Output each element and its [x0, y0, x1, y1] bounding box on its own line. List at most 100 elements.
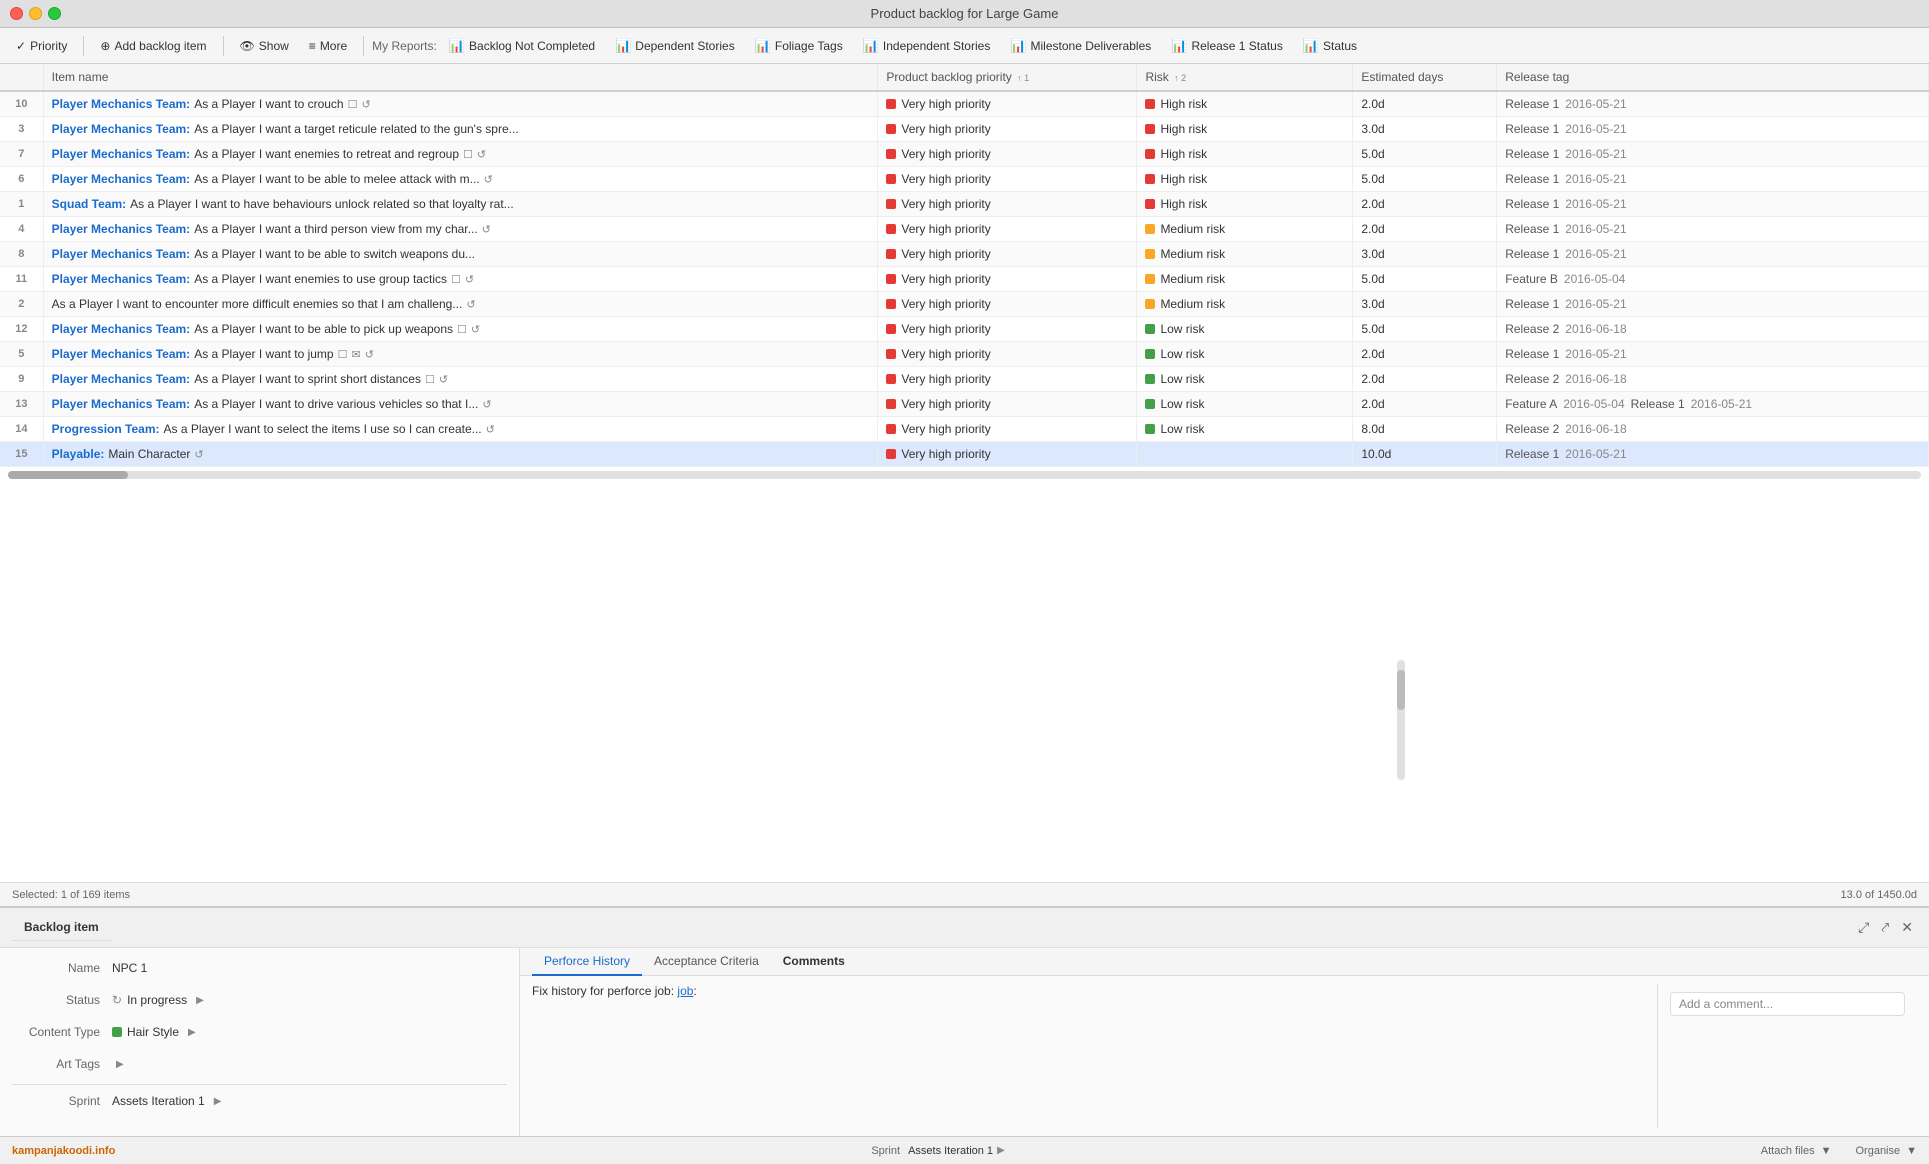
watermark: kampanjakoodi.info — [12, 1145, 115, 1157]
name-label: Name — [12, 961, 112, 975]
field-name: Name NPC 1 — [12, 956, 507, 980]
tag-release-label: Feature B — [1505, 272, 1558, 286]
checkbox-icon[interactable]: ☐ — [425, 373, 435, 386]
more-label: More — [320, 39, 347, 53]
col-estimated-days[interactable]: Estimated days — [1353, 64, 1497, 91]
chat-icon[interactable]: ↺ — [482, 223, 491, 236]
tag-release-label: Feature A — [1505, 397, 1557, 411]
chat-icon[interactable]: ↺ — [484, 173, 493, 186]
release-1-status-button[interactable]: 📊 Release 1 Status — [1163, 35, 1291, 57]
table-row[interactable]: 8Player Mechanics Team: As a Player I wa… — [0, 242, 1929, 267]
minimize-button[interactable] — [29, 7, 42, 20]
perforce-job-link[interactable]: job — [677, 984, 693, 998]
row-estimated-days: 2.0d — [1353, 217, 1497, 242]
status-button[interactable]: 📊 Status — [1295, 35, 1365, 57]
col-release-tag[interactable]: Release tag — [1497, 64, 1929, 91]
attach-dropdown-icon[interactable]: ▼ — [1821, 1145, 1832, 1157]
name-value: NPC 1 — [112, 961, 147, 975]
chat-icon[interactable]: ↺ — [361, 98, 370, 111]
table-row[interactable]: 12Player Mechanics Team: As a Player I w… — [0, 317, 1929, 342]
add-comment-field[interactable]: Add a comment... — [1670, 992, 1905, 1016]
expand-button[interactable]: ⤢ — [1854, 917, 1873, 938]
table-row[interactable]: 6Player Mechanics Team: As a Player I wa… — [0, 167, 1929, 192]
maximize-button[interactable] — [48, 7, 61, 20]
col-priority[interactable]: Product backlog priority ↑ 1 — [878, 64, 1137, 91]
divider — [12, 1084, 507, 1085]
independent-stories-button[interactable]: 📊 Independent Stories — [855, 35, 999, 57]
col-item-name[interactable]: Item name — [43, 64, 878, 91]
table-row[interactable]: 7Player Mechanics Team: As a Player I wa… — [0, 142, 1929, 167]
mail-icon[interactable]: ✉ — [351, 348, 360, 361]
show-button[interactable]: 👁 Show — [232, 36, 297, 56]
milestone-deliverables-button[interactable]: 📊 Milestone Deliverables — [1002, 35, 1159, 57]
col-risk[interactable]: Risk ↑ 2 — [1137, 64, 1353, 91]
content-type-expand-icon[interactable]: ▶ — [188, 1027, 196, 1038]
close-detail-button[interactable]: ✕ — [1897, 917, 1917, 938]
chart-icon-1: 📊 — [449, 38, 465, 54]
sprint-value: Assets Iteration 1 — [112, 1094, 205, 1108]
tag-release-date: 2016-05-21 — [1565, 347, 1626, 361]
checkbox-icon[interactable]: ☐ — [457, 323, 467, 336]
checkbox-icon[interactable]: ☐ — [338, 348, 348, 361]
detail-panel: Backlog item ⤢ ⤤ ✕ Name NPC 1 Status ↻ I… — [0, 906, 1929, 1136]
priority-dot — [886, 324, 896, 334]
row-risk: Low risk — [1137, 392, 1353, 417]
chat-icon[interactable]: ↺ — [471, 323, 480, 336]
backlog-not-completed-button[interactable]: 📊 Backlog Not Completed — [441, 35, 603, 57]
priority-dot — [886, 199, 896, 209]
field-content-type: Content Type Hair Style ▶ — [12, 1020, 507, 1044]
organise-dropdown-icon[interactable]: ▼ — [1906, 1145, 1917, 1157]
horizontal-scrollbar[interactable] — [0, 467, 1929, 483]
sprint-expand-icon[interactable]: ▶ — [214, 1096, 222, 1107]
sprint-bottom-expand[interactable]: ▶ — [997, 1145, 1005, 1156]
priority-dot — [886, 374, 896, 384]
table-row[interactable]: 10Player Mechanics Team: As a Player I w… — [0, 91, 1929, 117]
chat-icon[interactable]: ↺ — [466, 298, 475, 311]
risk-text: High risk — [1160, 197, 1207, 211]
tag-release-date: 2016-05-21 — [1565, 147, 1626, 161]
priority-button[interactable]: ✓ Priority — [8, 36, 75, 56]
table-row[interactable]: 14Progression Team: As a Player I want t… — [0, 417, 1929, 442]
priority-dot — [886, 399, 896, 409]
art-tags-expand-icon[interactable]: ▶ — [116, 1059, 124, 1070]
foliage-tags-button[interactable]: 📊 Foliage Tags — [747, 35, 851, 57]
dependent-stories-button[interactable]: 📊 Dependent Stories — [607, 35, 743, 57]
tag-release-label: Release 1 — [1505, 347, 1559, 361]
checkbox-icon[interactable]: ☐ — [451, 273, 461, 286]
table-row[interactable]: 13Player Mechanics Team: As a Player I w… — [0, 392, 1929, 417]
table-row[interactable]: 5Player Mechanics Team: As a Player I wa… — [0, 342, 1929, 367]
status-expand-icon[interactable]: ▶ — [196, 995, 204, 1006]
table-row[interactable]: 9Player Mechanics Team: As a Player I wa… — [0, 367, 1929, 392]
checkbox-icon[interactable]: ☐ — [463, 148, 473, 161]
table-row[interactable]: 3Player Mechanics Team: As a Player I wa… — [0, 117, 1929, 142]
add-backlog-button[interactable]: ⊕ Add backlog item — [92, 36, 214, 56]
table-row[interactable]: 2As a Player I want to encounter more di… — [0, 292, 1929, 317]
row-num: 8 — [0, 242, 43, 267]
chat-icon[interactable]: ↺ — [482, 398, 491, 411]
tab-perforce-history[interactable]: Perforce History — [532, 948, 642, 976]
table-area[interactable]: Item name Product backlog priority ↑ 1 R… — [0, 64, 1929, 882]
tab-acceptance-criteria[interactable]: Acceptance Criteria — [642, 948, 771, 976]
chat-icon[interactable]: ↺ — [194, 448, 203, 461]
chat-icon[interactable]: ↺ — [477, 148, 486, 161]
table-row[interactable]: 1Squad Team: As a Player I want to have … — [0, 192, 1929, 217]
checkbox-icon[interactable]: ☐ — [348, 98, 358, 111]
chat-icon[interactable]: ↺ — [439, 373, 448, 386]
row-priority: Very high priority — [878, 417, 1137, 442]
table-row[interactable]: 4Player Mechanics Team: As a Player I wa… — [0, 217, 1929, 242]
chat-icon[interactable]: ↺ — [486, 423, 495, 436]
popout-button[interactable]: ⤤ — [1877, 917, 1893, 938]
tab-comments[interactable]: Comments — [771, 948, 857, 976]
chart-icon-2: 📊 — [615, 38, 631, 54]
table-row[interactable]: 11Player Mechanics Team: As a Player I w… — [0, 267, 1929, 292]
close-button[interactable] — [10, 7, 23, 20]
priority-text: Very high priority — [901, 247, 990, 261]
more-button[interactable]: ≡ More — [301, 36, 355, 56]
chat-icon[interactable]: ↺ — [365, 348, 374, 361]
table-row[interactable]: 15Playable: Main Character↺Very high pri… — [0, 442, 1929, 467]
row-estimated-days: 3.0d — [1353, 117, 1497, 142]
toolbar-separator-3 — [363, 36, 364, 56]
chat-icon[interactable]: ↺ — [465, 273, 474, 286]
team-name: Playable: — [52, 447, 105, 461]
row-estimated-days: 3.0d — [1353, 242, 1497, 267]
